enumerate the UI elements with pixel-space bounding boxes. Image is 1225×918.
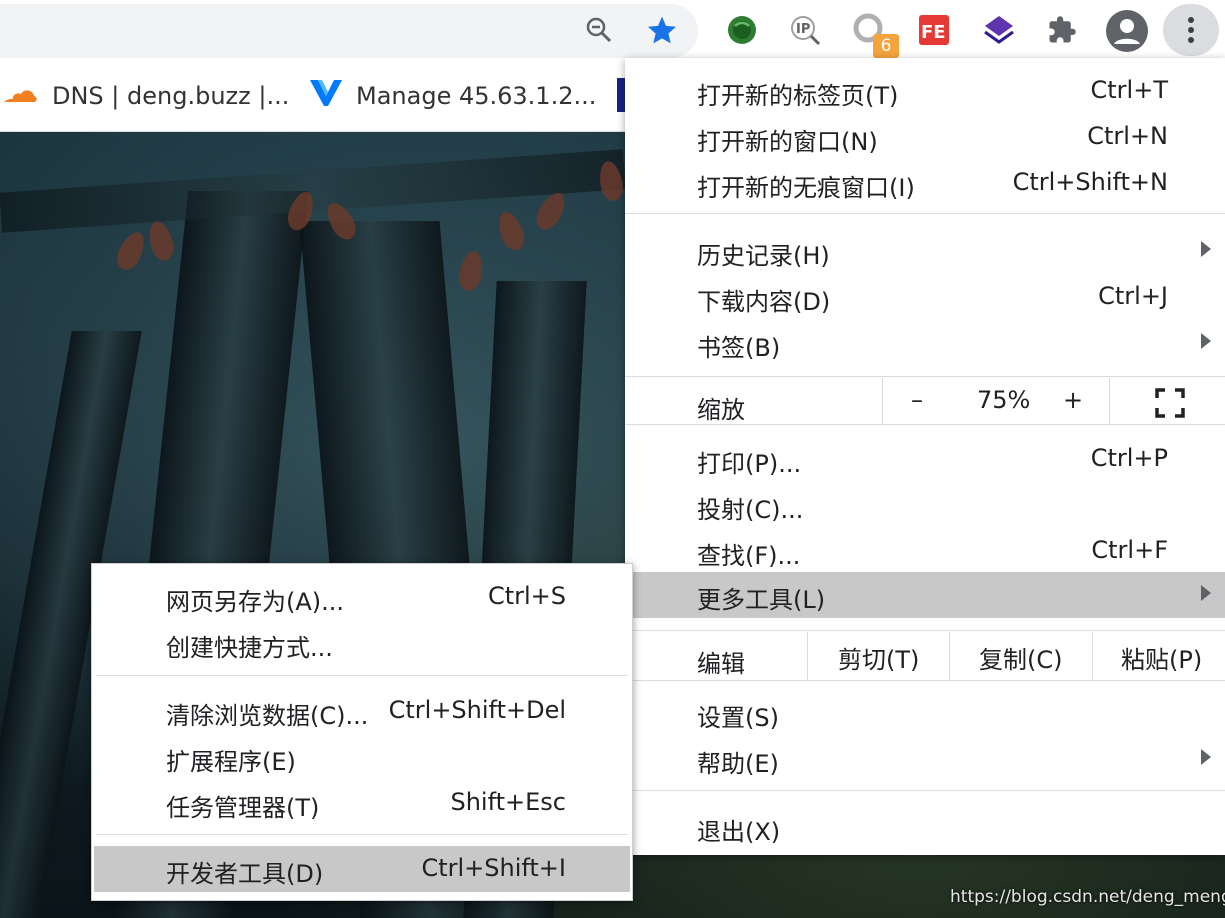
menu-separator — [625, 213, 1225, 214]
submenu-arrow-icon — [1201, 241, 1211, 257]
submenu-item-clear-data[interactable]: 清除浏览数据(C)... Ctrl+Shift+Del — [92, 688, 632, 734]
globe-extension-icon[interactable] — [724, 12, 760, 48]
zoom-icon[interactable] — [581, 12, 617, 48]
zoom-level: 75% — [977, 386, 1031, 414]
ip-lookup-icon[interactable]: IP — [787, 12, 823, 48]
fe-helper-icon[interactable]: FE — [916, 12, 952, 48]
menu-separator — [96, 675, 628, 676]
bookmark-star-icon[interactable] — [644, 12, 680, 48]
menu-item-history[interactable]: 历史记录(H) — [625, 228, 1225, 274]
submenu-arrow-icon — [1201, 585, 1211, 601]
watermark-text: https://blog.csdn.net/deng_menglihua — [950, 887, 1225, 907]
menu-separator — [625, 790, 1225, 791]
menu-item-settings[interactable]: 设置(S) — [625, 690, 1225, 736]
menu-separator — [625, 630, 1225, 631]
submenu-item-dev-tools[interactable]: 开发者工具(D) Ctrl+Shift+I — [94, 846, 630, 892]
menu-separator — [625, 376, 1225, 377]
menu-item-help[interactable]: 帮助(E) — [625, 736, 1225, 782]
extensions-puzzle-icon[interactable] — [1044, 12, 1080, 48]
vultr-icon — [308, 78, 344, 114]
profile-avatar-icon[interactable] — [1105, 9, 1149, 53]
menu-item-downloads[interactable]: 下载内容(D) Ctrl+J — [625, 274, 1225, 320]
bookmark-label: DNS | deng.buzz |... — [52, 81, 290, 110]
more-tools-submenu: 网页另存为(A)... Ctrl+S 创建快捷方式... 清除浏览数据(C)..… — [91, 563, 633, 901]
menu-separator — [625, 424, 1225, 425]
fullscreen-icon[interactable] — [1155, 388, 1185, 418]
menu-item-print[interactable]: 打印(P)... Ctrl+P — [625, 436, 1225, 482]
menu-item-exit[interactable]: 退出(X) — [625, 804, 1225, 850]
bookmark-item-partial[interactable] — [617, 78, 625, 112]
bookmark-item[interactable]: DNS | deng.buzz |... — [0, 60, 289, 131]
menu-item-bookmarks[interactable]: 书签(B) — [625, 320, 1225, 366]
menu-item-more-tools[interactable]: 更多工具(L) — [625, 572, 1225, 618]
paste-button[interactable]: 粘贴(P) — [1121, 640, 1202, 675]
kebab-menu-icon[interactable] — [1163, 4, 1219, 56]
submenu-item-extensions[interactable]: 扩展程序(E) — [92, 734, 632, 780]
bookmark-item[interactable]: Manage 45.63.1.2... — [308, 60, 596, 131]
submenu-arrow-icon — [1201, 749, 1211, 765]
copy-button[interactable]: 复制(C) — [979, 640, 1062, 675]
svg-text:IP: IP — [796, 22, 810, 37]
menu-separator — [625, 680, 1225, 681]
menu-item-find[interactable]: 查找(F)... Ctrl+F — [625, 528, 1225, 574]
menu-item-new-tab[interactable]: 打开新的标签页(T) Ctrl+T — [625, 68, 1225, 114]
layers-extension-icon[interactable] — [981, 12, 1017, 48]
menu-row-zoom: 缩放 – 75% + — [625, 378, 1225, 426]
chrome-main-menu: 打开新的标签页(T) Ctrl+T 打开新的窗口(N) Ctrl+N 打开新的无… — [625, 58, 1225, 855]
menu-item-cast[interactable]: 投射(C)... — [625, 482, 1225, 528]
cloudflare-icon — [0, 82, 40, 110]
zoom-out-button[interactable]: – — [911, 386, 923, 414]
zoom-in-button[interactable]: + — [1063, 386, 1083, 414]
browser-toolbar: IP 6 FE — [0, 0, 1225, 60]
menu-item-new-incognito[interactable]: 打开新的无痕窗口(I) Ctrl+Shift+N — [625, 160, 1225, 206]
bookmarks-bar: DNS | deng.buzz |... Manage 45.63.1.2... — [0, 60, 640, 132]
menu-row-edit: 编辑 剪切(T) 复制(C) 粘贴(P) — [625, 632, 1225, 680]
submenu-item-save-page[interactable]: 网页另存为(A)... Ctrl+S — [92, 574, 632, 620]
svg-text:FE: FE — [921, 22, 946, 43]
submenu-item-task-manager[interactable]: 任务管理器(T) Shift+Esc — [92, 780, 632, 826]
bookmark-label: Manage 45.63.1.2... — [356, 81, 597, 110]
extension-badge-count: 6 — [873, 34, 899, 58]
menu-separator — [96, 834, 628, 835]
submenu-arrow-icon — [1201, 333, 1211, 349]
cut-button[interactable]: 剪切(T) — [838, 640, 919, 675]
submenu-item-create-shortcut[interactable]: 创建快捷方式... — [92, 620, 632, 666]
menu-item-new-window[interactable]: 打开新的窗口(N) Ctrl+N — [625, 114, 1225, 160]
